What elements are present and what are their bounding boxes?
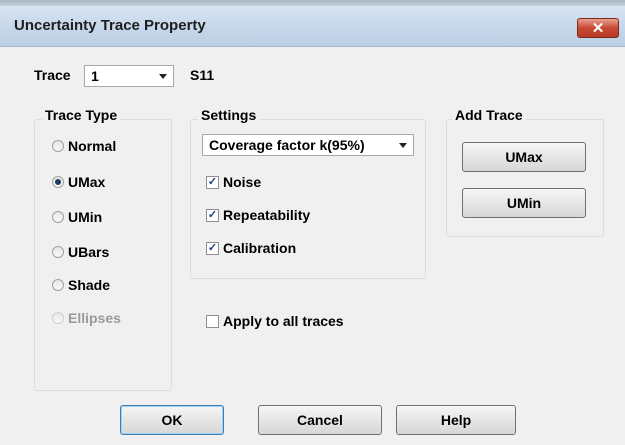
radio-ubars-label: UBars [68, 244, 110, 260]
apply-all-checkbox[interactable]: Apply to all traces [206, 312, 344, 330]
checkmark-icon[interactable]: ✓ [206, 208, 219, 222]
radio-ellipses-button [52, 312, 64, 324]
radio-normal-label: Normal [68, 138, 117, 154]
close-button[interactable]: ✕ [577, 18, 619, 38]
radio-umax-label: UMax [68, 174, 106, 190]
radio-umin-button[interactable] [52, 211, 64, 223]
ok-button[interactable]: OK [120, 405, 224, 435]
radio-shade-label: Shade [68, 277, 111, 293]
trace-type-title: Trace Type [42, 107, 121, 123]
radio-ubars[interactable]: UBars [52, 243, 109, 261]
calibration-label: Calibration [223, 240, 297, 256]
calibration-checkbox[interactable]: ✓ Calibration [206, 239, 296, 257]
repeatability-label: Repeatability [223, 207, 311, 223]
radio-shade-button[interactable] [52, 279, 64, 291]
trace-label: Trace [34, 67, 71, 83]
radio-umax-button[interactable] [52, 176, 64, 188]
close-icon: ✕ [591, 19, 605, 37]
trace-select-value: 1 [91, 68, 99, 84]
trace-name: S11 [190, 67, 215, 83]
coverage-factor-value: Coverage factor k(95%) [209, 137, 365, 153]
title-bar[interactable]: Uncertainty Trace Property ✕ [0, 6, 625, 47]
radio-normal-button[interactable] [52, 140, 64, 152]
repeatability-checkbox[interactable]: ✓ Repeatability [206, 206, 310, 224]
checkmark-icon[interactable]: ✓ [206, 241, 219, 255]
help-button[interactable]: Help [396, 405, 516, 435]
radio-shade[interactable]: Shade [52, 276, 110, 294]
radio-normal[interactable]: Normal [52, 137, 116, 155]
chevron-down-icon [399, 143, 407, 148]
noise-label: Noise [223, 174, 262, 190]
noise-checkbox[interactable]: ✓ Noise [206, 173, 261, 191]
apply-all-label: Apply to all traces [223, 313, 344, 329]
window-title: Uncertainty Trace Property [14, 17, 206, 34]
radio-umin-label: UMin [68, 209, 103, 225]
trace-select[interactable]: 1 [84, 65, 174, 87]
dialog-body: Trace 1 S11 Trace Type Normal UMax UMin … [0, 47, 625, 445]
radio-umin[interactable]: UMin [52, 208, 102, 226]
cancel-button[interactable]: Cancel [258, 405, 382, 435]
chevron-down-icon [159, 74, 167, 79]
apply-all-check[interactable] [206, 314, 219, 328]
radio-umax[interactable]: UMax [52, 173, 105, 191]
radio-ubars-button[interactable] [52, 246, 64, 258]
add-umin-button[interactable]: UMin [462, 188, 586, 218]
radio-ellipses-label: Ellipses [68, 310, 121, 326]
add-umax-button[interactable]: UMax [462, 142, 586, 172]
settings-title: Settings [198, 107, 260, 123]
add-trace-group [446, 119, 604, 237]
coverage-factor-select[interactable]: Coverage factor k(95%) [202, 134, 414, 156]
radio-ellipses: Ellipses [52, 309, 121, 327]
add-trace-title: Add Trace [452, 107, 526, 123]
checkmark-icon[interactable]: ✓ [206, 175, 219, 189]
